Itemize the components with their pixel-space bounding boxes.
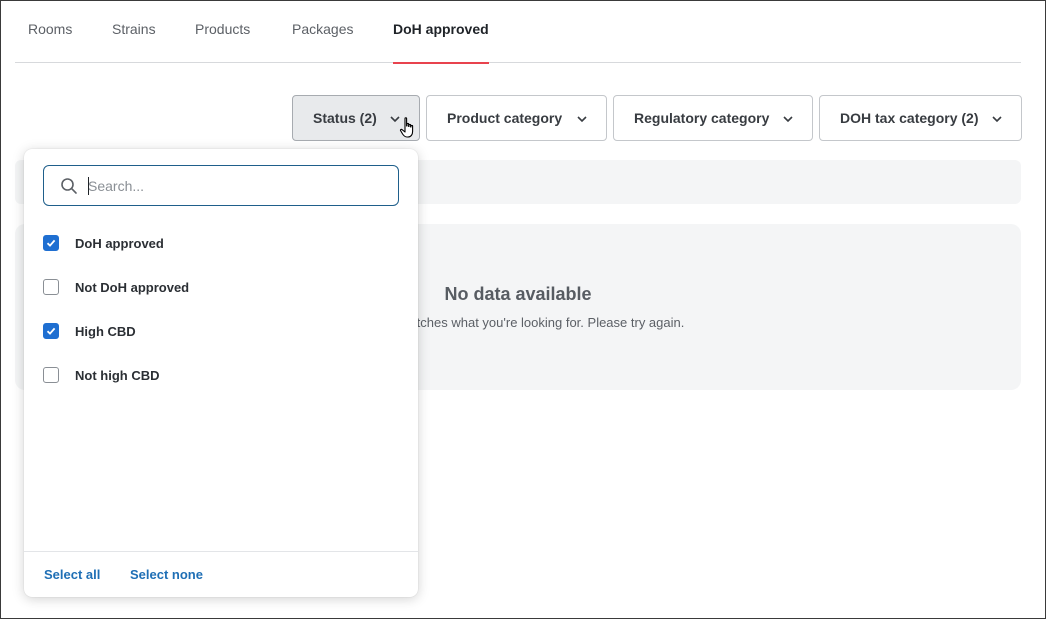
checkbox-checked[interactable]: [43, 235, 59, 251]
chevron-down-icon: [783, 116, 793, 123]
chevron-down-icon: [577, 116, 587, 123]
status-dropdown: DoH approved Not DoH approved High CBD N…: [24, 149, 418, 597]
option-label: High CBD: [75, 323, 136, 339]
tab-bar: Rooms Strains Products Packages DoH appr…: [15, 1, 1021, 64]
regulatory-category-filter-label: Regulatory category: [634, 110, 770, 126]
dropdown-footer: Select all Select none: [24, 551, 418, 597]
tab-doh-approved[interactable]: DoH approved: [393, 21, 489, 64]
checkbox-unchecked[interactable]: [43, 367, 59, 383]
option-high-cbd[interactable]: High CBD: [43, 319, 393, 343]
text-caret: [88, 177, 89, 195]
option-label: Not DoH approved: [75, 279, 190, 295]
product-category-filter-button[interactable]: Product category: [426, 95, 607, 141]
dropdown-search-input[interactable]: [88, 174, 388, 198]
tab-packages[interactable]: Packages: [292, 21, 353, 63]
tab-products[interactable]: Products: [195, 21, 250, 63]
option-not-high-cbd[interactable]: Not high CBD: [43, 363, 393, 387]
check-icon: [46, 239, 56, 247]
checkbox-checked[interactable]: [43, 323, 59, 339]
select-none-link[interactable]: Select none: [130, 567, 203, 582]
chevron-down-icon: [992, 116, 1002, 123]
status-filter-label: Status (2): [313, 110, 377, 126]
checkbox-unchecked[interactable]: [43, 279, 59, 295]
tab-rooms[interactable]: Rooms: [28, 21, 72, 63]
regulatory-category-filter-button[interactable]: Regulatory category: [613, 95, 813, 141]
select-all-link[interactable]: Select all: [44, 567, 100, 582]
hand-cursor-icon: [399, 117, 414, 138]
search-icon: [61, 178, 77, 194]
dropdown-search: [43, 165, 399, 206]
tab-strains[interactable]: Strains: [112, 21, 156, 63]
doh-tax-category-filter-button[interactable]: DOH tax category (2): [819, 95, 1022, 141]
option-doh-approved[interactable]: DoH approved: [43, 231, 393, 255]
option-not-doh-approved[interactable]: Not DoH approved: [43, 275, 393, 299]
check-icon: [46, 327, 56, 335]
option-label: DoH approved: [75, 235, 164, 251]
product-category-filter-label: Product category: [447, 110, 563, 126]
doh-tax-category-filter-label: DOH tax category (2): [840, 110, 979, 126]
option-label: Not high CBD: [75, 367, 160, 383]
